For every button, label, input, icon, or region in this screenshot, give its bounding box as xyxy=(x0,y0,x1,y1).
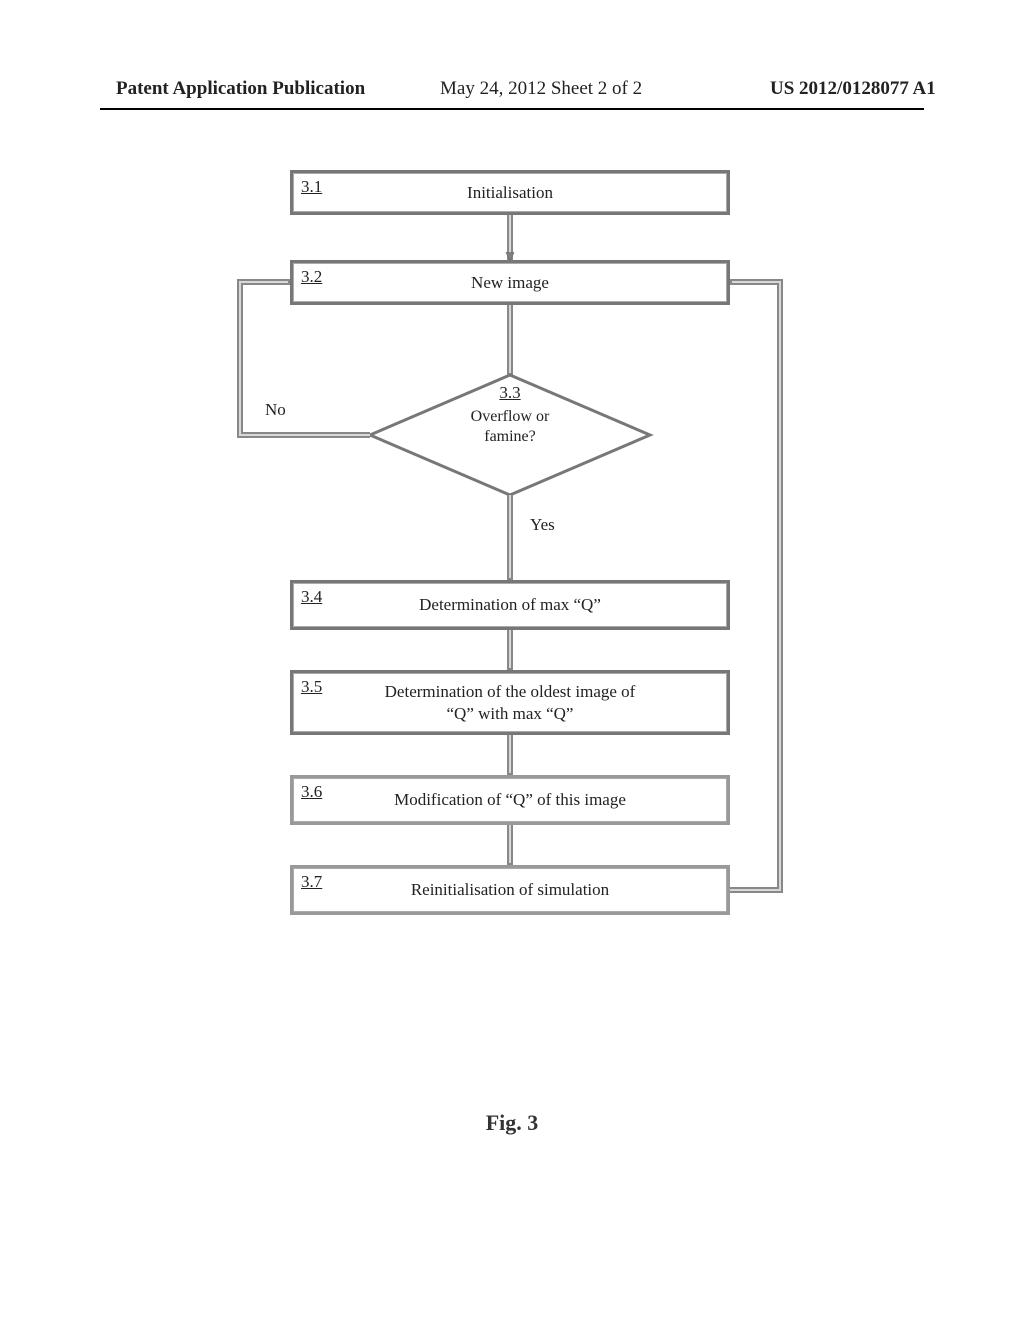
step-initialisation: 3.1 Initialisation xyxy=(290,170,730,215)
step-num: 3.2 xyxy=(301,266,322,287)
step-num: 3.5 xyxy=(301,676,322,697)
step-label: Determination of max “Q” xyxy=(419,594,601,615)
step-num: 3.6 xyxy=(301,781,322,802)
step-new-image: 3.2 New image xyxy=(290,260,730,305)
step-modify-q: 3.6 Modification of “Q” of this image xyxy=(290,775,730,825)
step-num: 3.4 xyxy=(301,586,322,607)
header-right: US 2012/0128077 A1 xyxy=(770,78,936,100)
figure-caption: Fig. 3 xyxy=(0,1110,1024,1136)
step-num: 3.3 xyxy=(499,383,520,403)
step-label: Determination of the oldest image of“Q” … xyxy=(385,681,636,724)
header-divider xyxy=(100,108,924,110)
step-label: Overflow orfamine? xyxy=(370,407,650,447)
header-left: Patent Application Publication xyxy=(116,78,365,100)
step-label: New image xyxy=(471,272,549,293)
step-label: Modification of “Q” of this image xyxy=(394,789,626,810)
step-determine-max-q: 3.4 Determination of max “Q” xyxy=(290,580,730,630)
edge-label-no: No xyxy=(265,400,286,420)
step-determine-oldest-image: 3.5 Determination of the oldest image of… xyxy=(290,670,730,735)
step-label: Initialisation xyxy=(467,182,553,203)
edge-label-yes: Yes xyxy=(530,515,555,535)
step-reinitialise-simulation: 3.7 Reinitialisation of simulation xyxy=(290,865,730,915)
header-center: May 24, 2012 Sheet 2 of 2 xyxy=(440,78,642,100)
step-num: 3.1 xyxy=(301,176,322,197)
step-num: 3.7 xyxy=(301,871,322,892)
decision-overflow-or-famine: 3.3 Overflow orfamine? xyxy=(370,375,650,495)
flowchart: 3.1 Initialisation 3.2 New image 3.3 Ove… xyxy=(210,160,810,1060)
step-label: Reinitialisation of simulation xyxy=(411,879,609,900)
